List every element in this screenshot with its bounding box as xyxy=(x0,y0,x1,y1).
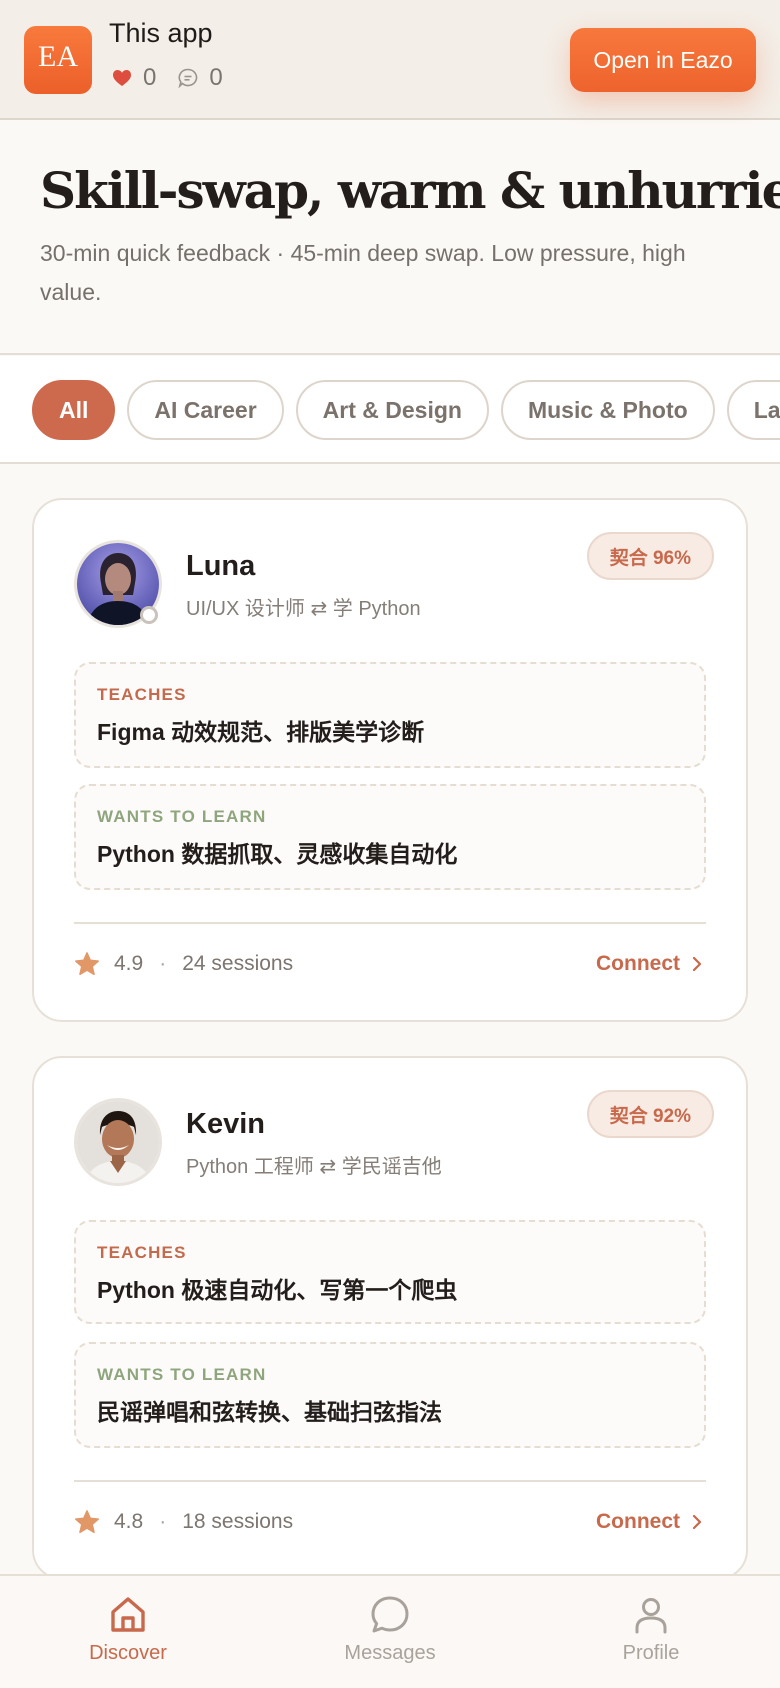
connect-label: Connect xyxy=(596,1510,680,1533)
profile-card-luna[interactable]: Luna UI/UX 设计师 ⇄ 学 Python 契合 96% TEACHES… xyxy=(32,498,748,1022)
nav-label: Discover xyxy=(89,1642,167,1664)
nav-tab-discover[interactable]: Discover xyxy=(48,1594,208,1665)
chevron-right-icon xyxy=(692,956,702,972)
wants-to-learn-label: WANTS TO LEARN xyxy=(97,807,267,826)
avatar[interactable] xyxy=(74,1098,162,1186)
teaches-label: TEACHES xyxy=(97,1243,187,1262)
likes-count: 0 xyxy=(143,64,157,91)
teaches-label: TEACHES xyxy=(97,685,187,704)
app-banner: EA This app 0 0 Open in Eazo xyxy=(0,0,780,120)
wants-to-learn-skill: Python 数据抓取、灵感收集自动化 xyxy=(97,841,458,867)
match-score-badge: 契合 96% xyxy=(586,532,714,580)
nav-tab-profile[interactable]: Profile xyxy=(571,1594,731,1665)
category-filter-bar[interactable]: All AI Career Art & Design Music & Photo… xyxy=(0,356,780,464)
category-chip-art-design[interactable]: Art & Design xyxy=(295,380,489,440)
divider xyxy=(0,353,780,355)
person-role: Python 工程师 ⇄ 学民谣吉他 xyxy=(186,1156,442,1178)
wants-to-learn-box: WANTS TO LEARN Python 数据抓取、灵感收集自动化 xyxy=(74,784,706,890)
category-chip-music-photo[interactable]: Music & Photo xyxy=(500,380,715,440)
nav-tab-messages[interactable]: Messages xyxy=(310,1594,470,1665)
comments-stat[interactable]: 0 xyxy=(178,64,223,92)
online-status-indicator xyxy=(140,606,158,624)
sessions-count: 24 sessions xyxy=(182,952,294,975)
teaches-box: TEACHES Figma 动效规范、排版美学诊断 xyxy=(74,662,706,768)
person-name: Luna xyxy=(186,550,256,582)
category-chip-list: All AI Career Art & Design Music & Photo… xyxy=(32,380,780,440)
teaches-box: TEACHES Python 极速自动化、写第一个爬虫 xyxy=(74,1220,706,1324)
app-stats: 0 0 xyxy=(112,62,245,94)
card-divider xyxy=(74,1480,706,1482)
person-icon xyxy=(635,1598,667,1634)
sessions-count: 18 sessions xyxy=(182,1510,294,1533)
nav-label: Messages xyxy=(344,1642,436,1664)
category-chip-all[interactable]: All xyxy=(32,380,116,440)
app-title: This app xyxy=(109,18,213,48)
nav-label: Profile xyxy=(622,1642,680,1664)
wants-to-learn-skill: 民谣弹唱和弦转换、基础扫弦指法 xyxy=(97,1399,442,1425)
person-name: Kevin xyxy=(186,1108,265,1140)
separator: · xyxy=(159,1510,167,1533)
teaches-skill: Figma 动效规范、排版美学诊断 xyxy=(97,719,425,745)
teaches-skill: Python 极速自动化、写第一个爬虫 xyxy=(97,1277,458,1303)
home-icon xyxy=(111,1597,145,1632)
category-chip-ai-career[interactable]: AI Career xyxy=(127,380,284,440)
connect-button[interactable]: Connect xyxy=(596,952,706,976)
chevron-right-icon xyxy=(692,1514,702,1530)
page-title: Skill-swap, warm & unhurried. xyxy=(40,161,780,220)
connect-button[interactable]: Connect xyxy=(596,1510,706,1534)
comment-icon xyxy=(178,68,198,88)
page-subtitle: 30-min quick feedback · 45-min deep swap… xyxy=(40,240,686,305)
star-icon xyxy=(74,952,100,976)
separator: · xyxy=(159,952,167,975)
wants-to-learn-label: WANTS TO LEARN xyxy=(97,1365,267,1384)
card-footer: 4.9 · 24 sessions Connect xyxy=(74,946,706,982)
person-role: UI/UX 设计师 ⇄ 学 Python xyxy=(186,598,421,620)
bottom-navigation: Discover Messages Profile xyxy=(0,1574,780,1688)
heart-icon xyxy=(112,68,132,88)
open-in-app-button[interactable]: Open in Eazo xyxy=(570,28,756,92)
profile-card-kevin[interactable]: Kevin Python 工程师 ⇄ 学民谣吉他 契合 92% TEACHES … xyxy=(32,1056,748,1580)
connect-label: Connect xyxy=(596,952,680,975)
wants-to-learn-box: WANTS TO LEARN 民谣弹唱和弦转换、基础扫弦指法 xyxy=(74,1342,706,1448)
rating-value: 4.8 xyxy=(114,1510,144,1533)
chat-bubble-icon xyxy=(371,1596,409,1633)
card-footer: 4.8 · 18 sessions Connect xyxy=(74,1504,706,1540)
comments-count: 0 xyxy=(209,64,223,91)
likes-stat[interactable]: 0 xyxy=(112,64,156,92)
rating-value: 4.9 xyxy=(114,952,144,975)
category-chip-la[interactable]: La xyxy=(726,380,780,440)
star-icon xyxy=(74,1510,100,1534)
card-divider xyxy=(74,922,706,924)
app-logo[interactable]: EA xyxy=(24,26,92,94)
app-screen: EA This app 0 0 Open in Eazo Skill-swap,… xyxy=(0,0,780,1688)
match-score-badge: 契合 92% xyxy=(586,1090,714,1138)
